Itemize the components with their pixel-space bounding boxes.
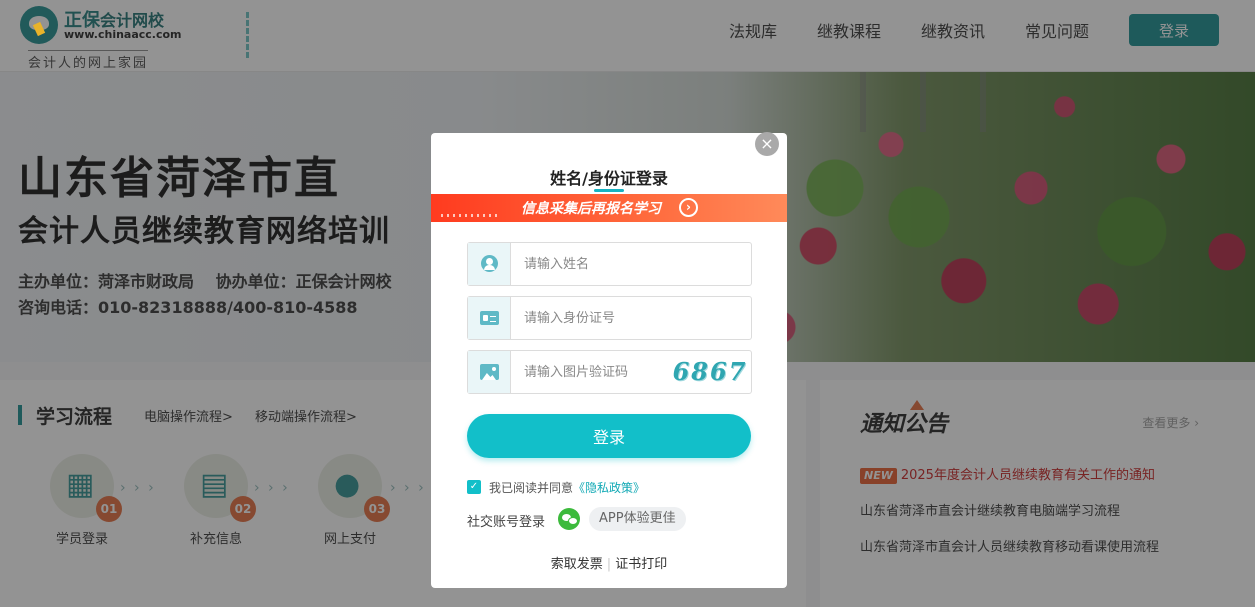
user-icon	[481, 255, 498, 272]
id-card-icon	[480, 311, 499, 325]
arrow-right-icon: ›	[679, 198, 698, 217]
field-icon-box	[468, 351, 511, 393]
certificate-link[interactable]: 证书打印	[615, 557, 667, 572]
field-icon-box	[468, 243, 511, 285]
promo-banner[interactable]: 信息采集后再报名学习 ›	[431, 194, 787, 222]
wechat-icon[interactable]	[558, 508, 580, 530]
image-icon	[480, 364, 499, 380]
captcha-input[interactable]	[512, 351, 672, 393]
title-underline	[594, 189, 624, 192]
name-field	[467, 242, 752, 286]
invoice-link[interactable]: 索取发票	[551, 557, 603, 572]
agree-text: 我已阅读并同意	[489, 481, 574, 495]
divider: |	[606, 557, 612, 572]
promo-dots	[441, 214, 501, 217]
field-icon-box	[468, 297, 511, 339]
app-promo-pill[interactable]: APP体验更佳	[589, 507, 686, 531]
id-number-input[interactable]	[512, 297, 750, 339]
name-input[interactable]	[512, 243, 750, 285]
modal-title: 姓名/身份证登录	[550, 169, 668, 188]
login-modal: × 姓名/身份证登录 信息采集后再报名学习 › 6867 登录 ✓ 我已阅读并同…	[431, 132, 787, 588]
modal-footer-links: 索取发票 | 证书打印	[431, 553, 787, 572]
promo-text: 信息采集后再报名学习	[521, 201, 661, 217]
login-submit-button[interactable]: 登录	[467, 414, 751, 458]
captcha-image[interactable]: 6867	[672, 357, 748, 387]
close-icon[interactable]: ×	[755, 132, 779, 156]
social-login-label: 社交账号登录	[467, 515, 546, 530]
id-field	[467, 296, 752, 340]
privacy-policy-link[interactable]: 《隐私政策》	[573, 479, 645, 496]
agree-checkbox[interactable]: ✓	[467, 480, 481, 494]
captcha-field: 6867	[467, 350, 752, 394]
